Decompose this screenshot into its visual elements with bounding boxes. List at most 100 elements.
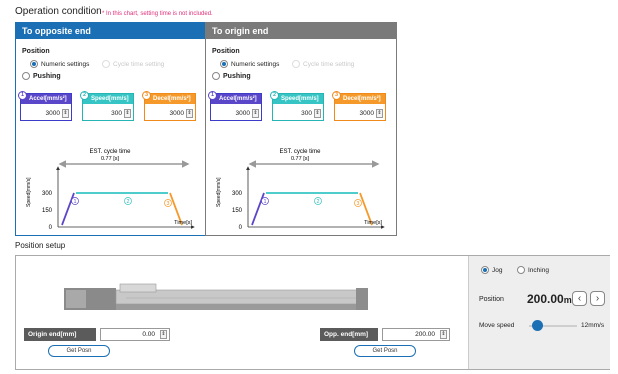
spin-up-down-icon[interactable]: ⇕	[314, 109, 321, 118]
opp-get-posn-button[interactable]: Get Posn	[354, 345, 416, 357]
accel-line	[61, 192, 75, 226]
jog-label: Jog	[492, 267, 503, 274]
phase-3-badge: 3	[142, 91, 151, 100]
numeric-settings-radio[interactable]	[220, 60, 228, 68]
accel-box: 1 Accel[mm/s²] 3000 ⇕	[18, 91, 72, 121]
move-speed-slider-thumb[interactable]	[531, 320, 543, 331]
pushing-radio[interactable]	[212, 72, 220, 80]
origin-end-label: Origin end[mm]	[24, 328, 96, 341]
decel-value[interactable]: 3000	[360, 110, 374, 117]
spin-up-down-icon[interactable]: ⇕	[62, 109, 69, 118]
cycle-time-label: Cycle time setting	[113, 61, 165, 68]
decel-value[interactable]: 3000	[170, 110, 184, 117]
y-tick-0: 0	[49, 225, 53, 231]
cycle-time-label: Cycle time setting	[303, 61, 355, 68]
jog-radio[interactable]	[481, 266, 489, 274]
origin-end-value: 0.00	[142, 331, 155, 338]
speed-time-chart: EST. cycle time 0.77 [s] Speed[mm/s] 300…	[216, 149, 385, 231]
move-speed-value: 12mm/s	[581, 322, 605, 329]
numeric-settings-radio[interactable]	[30, 60, 38, 68]
position-readout-label: Position	[479, 296, 504, 303]
speed-label: Speed[mm/s]	[83, 94, 133, 104]
spin-up-down-icon[interactable]: ⇕	[160, 330, 167, 339]
y-tick-300: 300	[232, 191, 243, 197]
origin-end-input[interactable]: 0.00 ⇕	[100, 328, 170, 341]
est-cycle-value: 0.77 [s]	[101, 156, 120, 162]
numeric-settings-label: Numeric settings	[41, 61, 90, 68]
position-setup-title: Position setup	[15, 241, 66, 250]
accel-box: 1 Accel[mm/s²] 3000 ⇕	[208, 91, 262, 121]
pushing-label: Pushing	[223, 73, 251, 80]
panel-title: To opposite end	[16, 23, 206, 39]
phase-3-marker-label: 3	[167, 201, 170, 207]
opp-end-value: 200.00	[415, 331, 435, 338]
position-label: Position	[212, 48, 240, 55]
speed-box: 2 Speed[mm/s] 300 ⇕	[270, 91, 324, 121]
y-tick-150: 150	[42, 208, 53, 214]
decel-box: 3 Decel[mm/s²] 3000 ⇕	[332, 91, 386, 121]
spin-up-down-icon[interactable]: ⇕	[440, 330, 447, 339]
speed-time-chart: EST. cycle time 0.77 [s] Speed[mm/s] 300…	[26, 149, 195, 231]
operation-note: * In this chart, setting time is not inc…	[102, 11, 213, 17]
jog-control-pane: Jog Inching Position 200.00mm ‹ › Move s…	[468, 256, 610, 369]
slider-table	[119, 283, 157, 293]
decel-label: Decel[mm/s²]	[335, 94, 385, 104]
accel-label: Accel[mm/s²]	[211, 94, 261, 104]
est-cycle-label: EST. cycle time	[279, 149, 321, 155]
pushing-radio[interactable]	[22, 72, 30, 80]
rail-base	[116, 304, 364, 310]
speed-value[interactable]: 300	[301, 110, 312, 117]
cycle-time-radio[interactable]	[102, 60, 110, 68]
inching-label: Inching	[528, 267, 549, 274]
speed-box: 2 Speed[mm/s] 300 ⇕	[80, 91, 134, 121]
rail-end-cap	[356, 288, 368, 310]
actuator-image	[64, 283, 368, 310]
phase-3-marker-label: 3	[357, 201, 360, 207]
speed-value[interactable]: 300	[111, 110, 122, 117]
phase-1-marker-label: 1	[74, 199, 77, 205]
numeric-settings-label: Numeric settings	[231, 61, 280, 68]
spin-up-down-icon[interactable]: ⇕	[186, 109, 193, 118]
opp-end-label: Opp. end[mm]	[320, 328, 378, 341]
motor-cap	[66, 290, 86, 308]
phase-2-marker-label: 2	[317, 199, 320, 205]
y-tick-150: 150	[232, 208, 243, 214]
chevron-left-icon[interactable]: ‹	[572, 291, 587, 306]
phase-1-badge: 1	[18, 91, 27, 100]
y-axis-label: Speed[mm/s]	[26, 177, 32, 207]
panel-to-origin-end: To origin end Position Numeric settings …	[205, 22, 397, 236]
spin-up-down-icon[interactable]: ⇕	[252, 109, 259, 118]
y-tick-0: 0	[239, 225, 243, 231]
phase-3-badge: 3	[332, 91, 341, 100]
spin-up-down-icon[interactable]: ⇕	[376, 109, 383, 118]
phase-2-marker-label: 2	[127, 199, 130, 205]
x-axis-label: Time[s]	[174, 220, 192, 226]
est-cycle-label: EST. cycle time	[89, 149, 131, 155]
est-cycle-value: 0.77 [s]	[291, 156, 310, 162]
origin-get-posn-button[interactable]: Get Posn	[48, 345, 110, 357]
accel-value[interactable]: 3000	[236, 110, 250, 117]
chevron-right-icon[interactable]: ›	[590, 291, 605, 306]
y-axis-label: Speed[mm/s]	[216, 177, 222, 207]
position-readout-value: 200.00	[527, 292, 564, 306]
cycle-time-radio[interactable]	[292, 60, 300, 68]
x-axis-label: Time[s]	[364, 220, 382, 226]
opp-end-input[interactable]: 200.00 ⇕	[382, 328, 450, 341]
inching-radio[interactable]	[517, 266, 525, 274]
phase-2-badge: 2	[270, 91, 279, 100]
decel-box: 3 Decel[mm/s²] 3000 ⇕	[142, 91, 196, 121]
phase-1-badge: 1	[208, 91, 217, 100]
phase-1-marker-label: 1	[264, 199, 267, 205]
speed-label: Speed[mm/s]	[273, 94, 323, 104]
position-label: Position	[22, 48, 50, 55]
accel-line	[251, 192, 265, 226]
pushing-label: Pushing	[33, 73, 61, 80]
phase-2-badge: 2	[80, 91, 89, 100]
position-setup-section: Origin end[mm] 0.00 ⇕ Get Posn Opp. end[…	[15, 255, 610, 370]
accel-value[interactable]: 3000	[46, 110, 60, 117]
spin-up-down-icon[interactable]: ⇕	[124, 109, 131, 118]
decel-label: Decel[mm/s²]	[145, 94, 195, 104]
panel-to-opposite-end: To opposite end Position Numeric setting…	[15, 22, 207, 236]
y-tick-300: 300	[42, 191, 53, 197]
operation-condition-title: Operation condition	[15, 6, 102, 17]
